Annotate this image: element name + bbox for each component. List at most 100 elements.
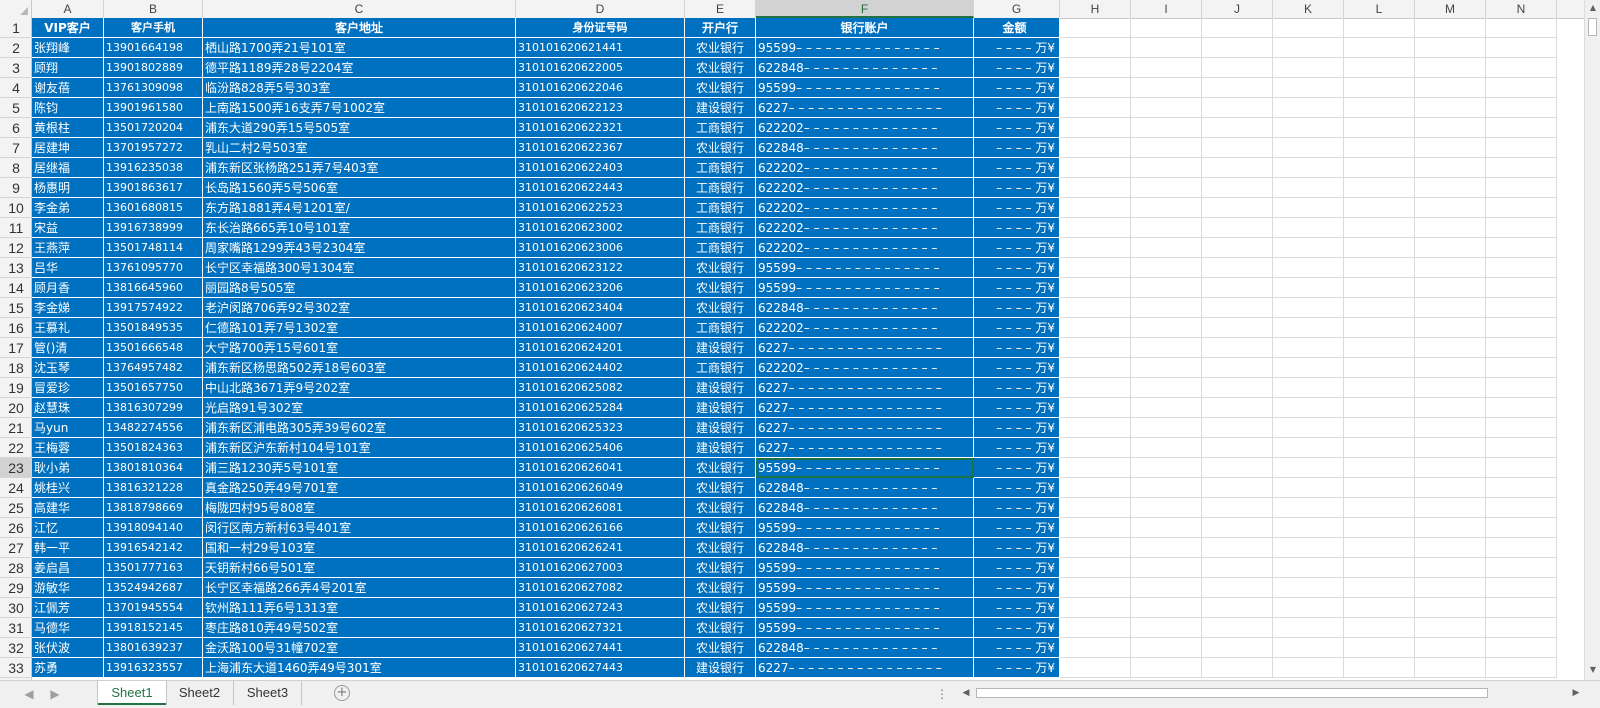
cell-c[interactable]: 浦东新区沪东新村104号101室 — [203, 438, 516, 458]
cell-a[interactable]: 吕华 — [32, 258, 104, 278]
empty-cell[interactable] — [1415, 138, 1486, 158]
empty-cell[interactable] — [1131, 258, 1202, 278]
empty-cell[interactable] — [1131, 278, 1202, 298]
cell-g[interactable]: – – – – 万¥ — [974, 638, 1060, 658]
empty-cell[interactable] — [1202, 578, 1273, 598]
cell-g[interactable]: – – – – 万¥ — [974, 178, 1060, 198]
header-cell-c[interactable]: 客户地址 — [203, 18, 516, 38]
empty-cell[interactable] — [1273, 18, 1344, 38]
cell-d[interactable]: 310101620622443 — [516, 178, 685, 198]
empty-cell[interactable] — [1486, 498, 1557, 518]
empty-cell[interactable] — [1344, 358, 1415, 378]
row-header-33[interactable]: 33 — [0, 658, 32, 678]
empty-cell[interactable] — [1273, 418, 1344, 438]
empty-cell[interactable] — [1131, 498, 1202, 518]
column-header-g[interactable]: G — [974, 0, 1060, 18]
prev-sheet-icon[interactable]: ◀ — [22, 687, 36, 701]
cell-d[interactable]: 310101620627441 — [516, 638, 685, 658]
cell-b[interactable]: 13916323557 — [104, 658, 203, 678]
empty-cell[interactable] — [1202, 278, 1273, 298]
row-header-20[interactable]: 20 — [0, 398, 32, 418]
cell-c[interactable]: 浦东新区张杨路251弄7号403室 — [203, 158, 516, 178]
empty-cell[interactable] — [1060, 638, 1131, 658]
empty-cell[interactable] — [1486, 198, 1557, 218]
empty-cell[interactable] — [1486, 38, 1557, 58]
empty-cell[interactable] — [1344, 178, 1415, 198]
cell-c[interactable]: 钦州路111弄6号1313室 — [203, 598, 516, 618]
cell-g[interactable]: – – – – 万¥ — [974, 398, 1060, 418]
cell-g[interactable]: – – – – 万¥ — [974, 658, 1060, 678]
cell-a[interactable]: 马yun — [32, 418, 104, 438]
empty-cell[interactable] — [1202, 98, 1273, 118]
cell-b[interactable]: 13816645960 — [104, 278, 203, 298]
row-header-31[interactable]: 31 — [0, 618, 32, 638]
cell-g[interactable]: – – – – 万¥ — [974, 478, 1060, 498]
empty-cell[interactable] — [1415, 638, 1486, 658]
cell-a[interactable]: 顾月香 — [32, 278, 104, 298]
empty-cell[interactable] — [1131, 98, 1202, 118]
cell-a[interactable]: 杨惠明 — [32, 178, 104, 198]
cell-a[interactable]: 黄根柱 — [32, 118, 104, 138]
empty-cell[interactable] — [1202, 618, 1273, 638]
empty-cell[interactable] — [1060, 38, 1131, 58]
row-header-2[interactable]: 2 — [0, 38, 32, 58]
cell-e[interactable]: 农业银行 — [685, 258, 756, 278]
cell-f[interactable]: 6227– – – – – – – – – – – – – – – – — [756, 338, 974, 358]
cell-e[interactable]: 建设银行 — [685, 98, 756, 118]
cell-a[interactable]: 宋益 — [32, 218, 104, 238]
empty-cell[interactable] — [1344, 278, 1415, 298]
empty-cell[interactable] — [1344, 218, 1415, 238]
column-header-h[interactable]: H — [1060, 0, 1131, 18]
cell-area[interactable]: VIP客户 客户手机 客户地址 身份证号码 开户行 银行账户 金额 张翔峰 1390166419… — [32, 18, 1584, 680]
cell-f[interactable]: 622202– – – – – – – – – – – – – – — [756, 318, 974, 338]
empty-cell[interactable] — [1415, 118, 1486, 138]
sheet-tab-sheet2[interactable]: Sheet2 — [166, 681, 234, 705]
empty-cell[interactable] — [1273, 298, 1344, 318]
cell-f[interactable]: 95599– – – – – – – – – – – – – – – — [756, 558, 974, 578]
cell-c[interactable]: 上海浦东大道1460弄49号301室 — [203, 658, 516, 678]
row-header-16[interactable]: 16 — [0, 318, 32, 338]
empty-cell[interactable] — [1486, 358, 1557, 378]
empty-cell[interactable] — [1415, 278, 1486, 298]
cell-f[interactable]: 6227– – – – – – – – – – – – – – – – — [756, 378, 974, 398]
empty-cell[interactable] — [1273, 98, 1344, 118]
cell-d[interactable]: 310101620624007 — [516, 318, 685, 338]
empty-cell[interactable] — [1344, 258, 1415, 278]
cell-c[interactable]: 周家嘴路1299弄43号2304室 — [203, 238, 516, 258]
empty-cell[interactable] — [1202, 518, 1273, 538]
cell-a[interactable]: 高建华 — [32, 498, 104, 518]
cell-f[interactable]: 622848– – – – – – – – – – – – – – — [756, 138, 974, 158]
empty-cell[interactable] — [1486, 618, 1557, 638]
cell-g[interactable]: – – – – 万¥ — [974, 238, 1060, 258]
empty-cell[interactable] — [1415, 338, 1486, 358]
column-header-d[interactable]: D — [516, 0, 685, 18]
cell-f[interactable]: 622202– – – – – – – – – – – – – – — [756, 198, 974, 218]
cell-a[interactable]: 张翔峰 — [32, 38, 104, 58]
empty-cell[interactable] — [1486, 278, 1557, 298]
cell-b[interactable]: 13761309098 — [104, 78, 203, 98]
empty-cell[interactable] — [1415, 298, 1486, 318]
column-header-f[interactable]: F — [756, 0, 974, 18]
cell-c[interactable]: 大宁路700弄15号601室 — [203, 338, 516, 358]
empty-cell[interactable] — [1202, 258, 1273, 278]
empty-cell[interactable] — [1415, 598, 1486, 618]
row-header-6[interactable]: 6 — [0, 118, 32, 138]
cell-c[interactable]: 东方路1881弄4号1201室/ — [203, 198, 516, 218]
empty-cell[interactable] — [1060, 278, 1131, 298]
cell-f[interactable]: 95599– – – – – – – – – – – – – – – — [756, 78, 974, 98]
cell-b[interactable]: 13761095770 — [104, 258, 203, 278]
cell-f[interactable]: 95599– – – – – – – – – – – – – – – — [756, 258, 974, 278]
empty-cell[interactable] — [1415, 478, 1486, 498]
empty-cell[interactable] — [1131, 318, 1202, 338]
empty-cell[interactable] — [1344, 158, 1415, 178]
empty-cell[interactable] — [1131, 378, 1202, 398]
row-header-26[interactable]: 26 — [0, 518, 32, 538]
header-cell-a[interactable]: VIP客户 — [32, 18, 104, 38]
cell-b[interactable]: 13917574922 — [104, 298, 203, 318]
cell-g[interactable]: – – – – 万¥ — [974, 378, 1060, 398]
cell-f[interactable]: 622848– – – – – – – – – – – – – – — [756, 638, 974, 658]
row-header-14[interactable]: 14 — [0, 278, 32, 298]
empty-cell[interactable] — [1415, 578, 1486, 598]
cell-g[interactable]: – – – – 万¥ — [974, 198, 1060, 218]
cell-c[interactable]: 乳山二村2号503室 — [203, 138, 516, 158]
